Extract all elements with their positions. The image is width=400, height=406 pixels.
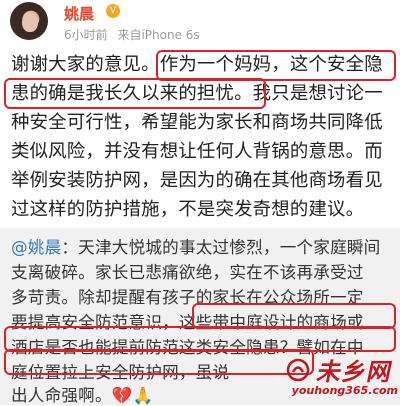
watermark-text: 未乡网 [314,357,396,386]
highlight-box [4,78,266,109]
highlight-box [4,349,314,375]
watermark-url: youhong365.com [291,384,398,397]
repost-text: 出人命强啊。 [11,386,112,405]
author-name[interactable]: 姚晨 [64,3,94,24]
watermark: 未乡网 youhong365.com [286,352,400,405]
post-line: 过这样的防护措施，不是突发奇想的建议。 [11,199,365,220]
verified-badge-icon: V [106,4,120,18]
repost-line: 支离破碎。家长已悲痛欲绝，实在不该再承受过 [11,263,364,282]
broken-heart-icon: 💔 [111,386,133,405]
mention-link[interactable]: @姚晨 [11,238,61,257]
repost-line: @姚晨：天津大悦城的事太过惨烈，一个家庭瞬间 [11,234,380,258]
post-header: 姚晨 V 6小时前 来自iPhone 6s [0,0,400,44]
repost-text: ：天津大悦城的事太过惨烈，一个家庭瞬间 [61,238,381,257]
post-source: 来自iPhone 6s [117,28,200,42]
post-line: 种安全可行性，希望能为家长和商场共同降低 [11,112,383,133]
repost-line: 出人命强啊。💔🙏 [11,382,154,406]
post-time: 6小时前 [64,28,108,42]
watermark-logo-icon [286,358,310,382]
post-line: 类似风险，并没有想让任何人背锅的意思。而 [11,141,383,162]
post-meta: 6小时前 来自iPhone 6s [64,26,206,43]
avatar[interactable] [10,2,48,40]
post-line: 举例安装防护网，是因为的确在其他商场看见 [11,170,383,191]
highlight-box [156,50,396,81]
pray-icon: 🙏 [132,386,154,405]
